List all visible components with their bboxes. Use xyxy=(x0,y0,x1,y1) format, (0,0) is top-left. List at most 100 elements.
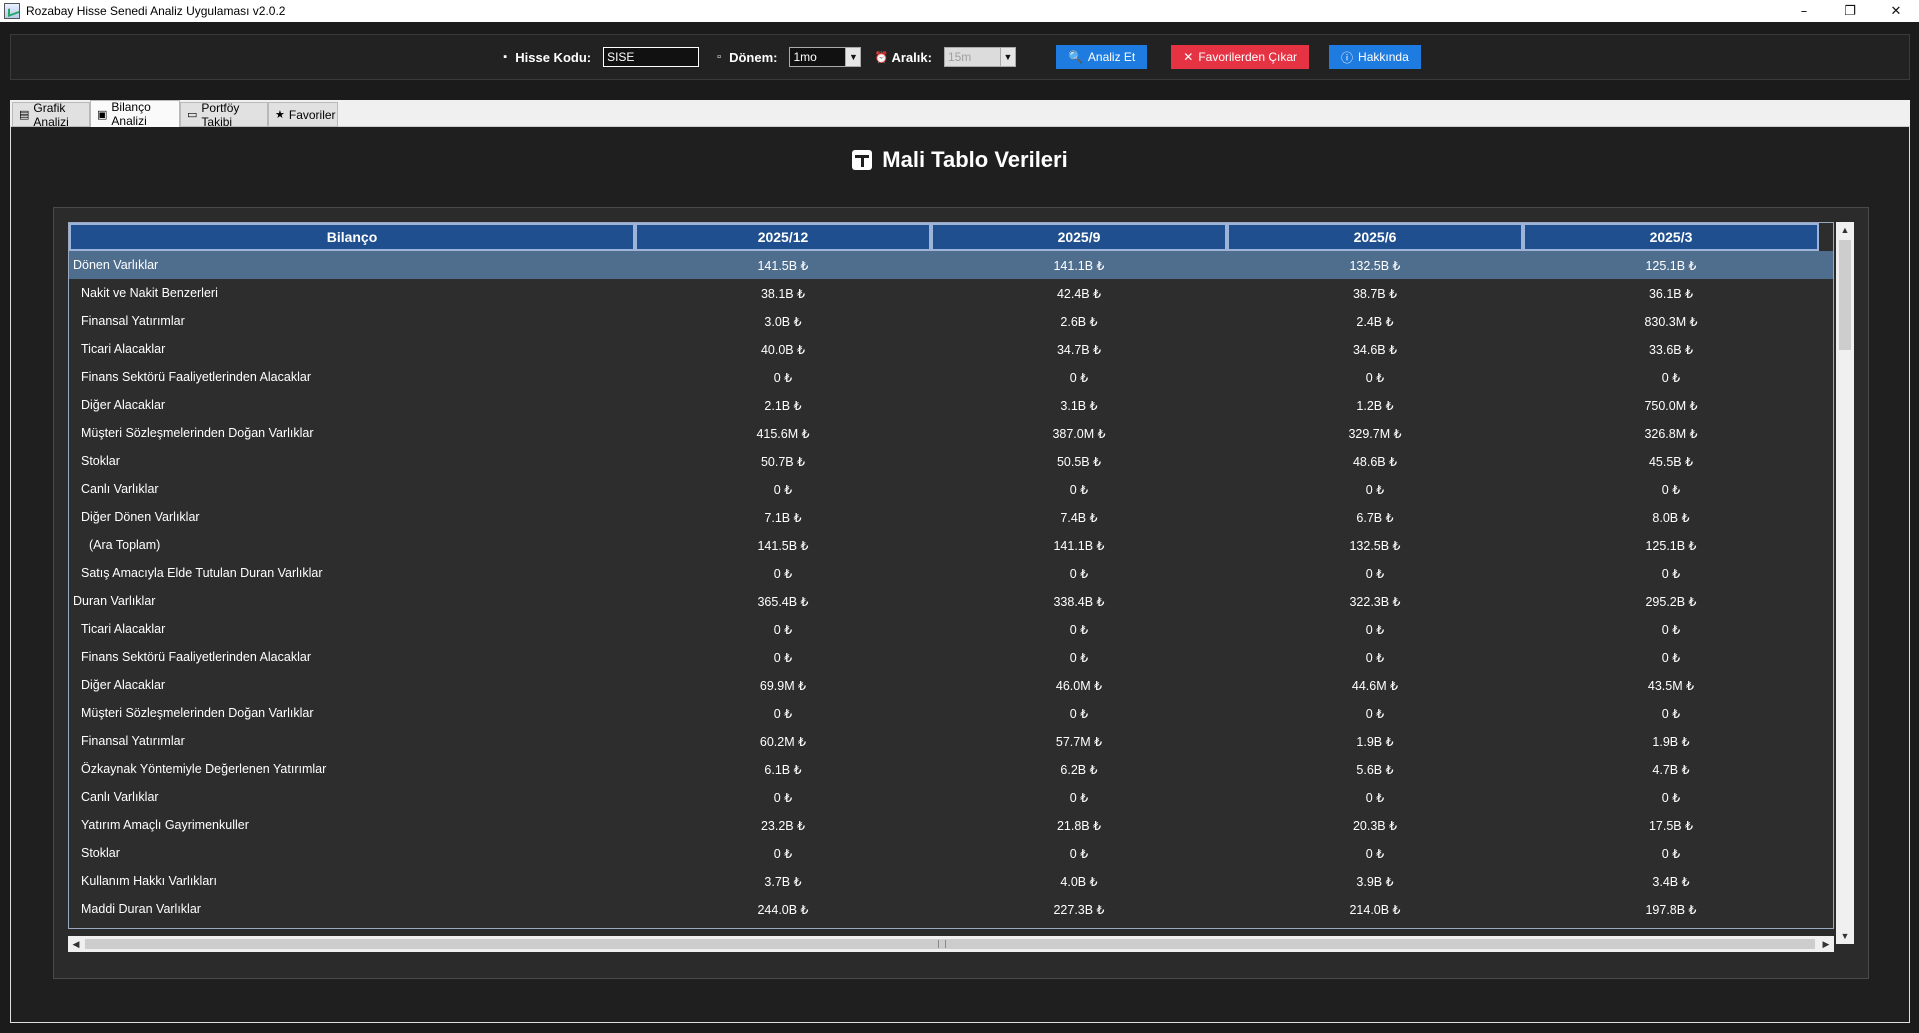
table-row[interactable]: Yatırım Amaçlı Gayrimenkuller 23.2B ₺ 21.8… xyxy=(69,811,1833,839)
column-header[interactable]: 2025/12 xyxy=(635,223,931,251)
row-label: Diğer Alacaklar xyxy=(81,678,166,692)
table-row[interactable]: Diğer Alacaklar 2.1B ₺ 3.1B ₺ 1.2B ₺ 750.0M … xyxy=(69,391,1833,419)
column-header[interactable]: 2025/9 xyxy=(931,223,1227,251)
tab-label: Favoriler xyxy=(288,107,336,122)
table-row[interactable]: Ticari Alacaklar 40.0B ₺ 34.7B ₺ 34.6B ₺ 33.… xyxy=(69,335,1833,363)
row-value: 0 ₺ xyxy=(1069,846,1089,861)
column-header[interactable]: 2025/3 xyxy=(1523,223,1819,251)
table-row[interactable]: Özkaynak Yöntemiyle Değerlenen Yatırımla… xyxy=(69,755,1833,783)
table-row[interactable]: Finans Sektörü Faaliyetlerinden Alacakla… xyxy=(69,363,1833,391)
table-row[interactable]: Finansal Yatırımlar 3.0B ₺ 2.6B ₺ 2.4B ₺ 830… xyxy=(69,307,1833,335)
page-title: Mali Tablo Verileri xyxy=(11,147,1909,173)
analyze-button[interactable]: 🔍 Analiz Et xyxy=(1055,45,1148,69)
table-row[interactable]: Finansal Yatırımlar 60.2M ₺ 57.7M ₺ 1.9B ₺ 1… xyxy=(69,727,1833,755)
period-group: ▫ Dönem: 1mo ▼ xyxy=(713,47,862,67)
search-icon: 🔍 xyxy=(1067,50,1083,64)
interval-select[interactable]: 15m ▼ xyxy=(943,47,1016,67)
table-row[interactable]: Müşteri Sözleşmelerinden Doğan Varlıklar… xyxy=(69,419,1833,447)
row-label: Canlı Varlıklar xyxy=(81,790,159,804)
tab-balance-analysis[interactable]: ▣ Bilanço Analizi xyxy=(90,100,180,128)
row-value: 33.6B ₺ xyxy=(1648,342,1694,357)
row-value: 322.3B ₺ xyxy=(1349,594,1401,609)
row-value: 0 ₺ xyxy=(773,790,793,805)
row-label: Yatırım Amaçlı Gayrimenkuller xyxy=(81,818,249,832)
tab-favorites[interactable]: ★ Favoriler xyxy=(268,102,338,127)
tab-portfolio[interactable]: ▭ Portföy Takibi xyxy=(180,101,268,129)
row-label: Canlı Varlıklar xyxy=(81,482,159,496)
close-icon: ✕ xyxy=(1183,50,1194,64)
row-value: 1.9B ₺ xyxy=(1652,734,1690,749)
row-label: Stoklar xyxy=(81,846,120,860)
row-value: 6.1B ₺ xyxy=(764,762,802,777)
table-row[interactable]: Duran Varlıklar 365.4B ₺ 338.4B ₺ 322.3B ₺ 2… xyxy=(69,587,1833,615)
row-value: 0 ₺ xyxy=(773,650,793,665)
page-title-text: Mali Tablo Verileri xyxy=(882,147,1068,172)
row-value: 0 ₺ xyxy=(773,566,793,581)
row-value: 43.5M ₺ xyxy=(1647,678,1695,693)
row-value: 4.0B ₺ xyxy=(1060,874,1098,889)
scroll-left-icon[interactable]: ◀ xyxy=(68,936,84,952)
interval-select-value: 15m xyxy=(944,48,1001,66)
row-value: 750.0M ₺ xyxy=(1644,398,1698,413)
table-row[interactable]: Nakit ve Nakit Benzerleri 38.1B ₺ 42.4B ₺ 3… xyxy=(69,279,1833,307)
row-value: 227.3B ₺ xyxy=(1053,902,1105,917)
column-header[interactable]: Bilanço xyxy=(69,223,635,251)
table-row[interactable]: Ticari Alacaklar 0 ₺ 0 ₺ 0 ₺ 0 ₺ xyxy=(69,615,1833,643)
table-row[interactable]: Müşteri Sözleşmelerinden Doğan Varlıklar… xyxy=(69,699,1833,727)
chevron-down-icon[interactable]: ▼ xyxy=(1000,48,1015,66)
maximize-button[interactable]: ❐ xyxy=(1827,0,1873,22)
horizontal-scrollbar[interactable]: ◀ ▶ xyxy=(68,936,1834,952)
scroll-right-icon[interactable]: ▶ xyxy=(1818,936,1834,952)
column-header[interactable]: 2025/6 xyxy=(1227,223,1523,251)
vertical-scrollbar[interactable]: ▲ ▼ xyxy=(1836,222,1854,944)
row-value: 141.5B ₺ xyxy=(757,258,809,273)
scroll-down-icon[interactable]: ▼ xyxy=(1836,928,1854,944)
row-value: 830.3M ₺ xyxy=(1644,314,1698,329)
table-row[interactable]: Stoklar 50.7B ₺ 50.5B ₺ 48.6B ₺ 45.5B ₺ xyxy=(69,447,1833,475)
table-row[interactable]: Canlı Varlıklar 0 ₺ 0 ₺ 0 ₺ 0 ₺ xyxy=(69,783,1833,811)
remove-favorite-button[interactable]: ✕ Favorilerden Çıkar xyxy=(1171,45,1310,69)
table-row[interactable]: Satış Amacıyla Elde Tutulan Duran Varlık… xyxy=(69,559,1833,587)
row-value: 44.6M ₺ xyxy=(1351,678,1399,693)
scroll-up-icon[interactable]: ▲ xyxy=(1836,222,1854,238)
table-row[interactable]: Diğer Dönen Varlıklar 7.1B ₺ 7.4B ₺ 6.7B ₺ 8… xyxy=(69,503,1833,531)
symbol-input[interactable]: SISE xyxy=(603,47,700,67)
row-value: 197.8B ₺ xyxy=(1645,902,1697,917)
period-select[interactable]: 1mo ▼ xyxy=(789,47,862,67)
clipboard-icon: ▣ xyxy=(97,108,108,121)
vertical-scroll-thumb[interactable] xyxy=(1839,240,1851,350)
row-value: 0 ₺ xyxy=(773,706,793,721)
row-value: 17.5B ₺ xyxy=(1648,818,1694,833)
close-button[interactable]: ✕ xyxy=(1873,0,1919,22)
about-button[interactable]: ⓘ Hakkında xyxy=(1329,45,1421,69)
row-label: Kullanım Hakkı Varlıkları xyxy=(81,874,217,888)
row-value: 1.9B ₺ xyxy=(1356,734,1394,749)
table-row[interactable]: Canlı Varlıklar 0 ₺ 0 ₺ 0 ₺ 0 ₺ xyxy=(69,475,1833,503)
symbol-icon: ▪ xyxy=(503,51,508,63)
minimize-button[interactable]: – xyxy=(1781,0,1827,22)
row-label: Ticari Alacaklar xyxy=(81,342,166,356)
row-value: 0 ₺ xyxy=(1069,482,1089,497)
chevron-down-icon[interactable]: ▼ xyxy=(846,48,861,66)
row-value: 0 ₺ xyxy=(1365,846,1385,861)
row-label: Müşteri Sözleşmelerinden Doğan Varlıklar xyxy=(81,426,314,440)
tab-chart-analysis[interactable]: ▤ Grafik Analizi xyxy=(12,101,90,129)
table-row[interactable]: Diğer Alacaklar 69.9M ₺ 46.0M ₺ 44.6M ₺ 43.5… xyxy=(69,671,1833,699)
horizontal-scroll-thumb[interactable] xyxy=(85,939,1815,949)
table-row[interactable]: Kullanım Hakkı Varlıkları 3.7B ₺ 4.0B ₺ 3.9… xyxy=(69,867,1833,895)
row-label: Özkaynak Yöntemiyle Değerlenen Yatırımla… xyxy=(81,762,327,776)
row-value: 141.1B ₺ xyxy=(1053,258,1105,273)
table-row[interactable]: Finans Sektörü Faaliyetlerinden Alacakla… xyxy=(69,643,1833,671)
row-label: Maddi Duran Varlıklar xyxy=(81,902,201,916)
row-label: Finans Sektörü Faaliyetlerinden Alacakla… xyxy=(81,370,311,384)
table-row[interactable]: Dönen Varlıklar 141.5B ₺ 141.1B ₺ 132.5B ₺ 1… xyxy=(69,251,1833,279)
table-row[interactable]: Maddi Duran Varlıklar 244.0B ₺ 227.3B ₺ 214… xyxy=(69,895,1833,923)
balance-table[interactable]: Bilanço 2025/12 2025/9 2025/6 2025/3 Dön… xyxy=(68,222,1834,929)
row-value: 141.5B ₺ xyxy=(757,538,809,553)
table-row[interactable]: (Ara Toplam) 141.5B ₺ 141.1B ₺ 132.5B ₺ 125.… xyxy=(69,531,1833,559)
row-value: 365.4B ₺ xyxy=(757,594,809,609)
symbol-group: ▪ Hisse Kodu: SISE xyxy=(499,47,700,67)
table-row[interactable]: Stoklar 0 ₺ 0 ₺ 0 ₺ 0 ₺ xyxy=(69,839,1833,867)
row-value: 0 ₺ xyxy=(1661,650,1681,665)
row-value: 125.1B ₺ xyxy=(1645,538,1697,553)
